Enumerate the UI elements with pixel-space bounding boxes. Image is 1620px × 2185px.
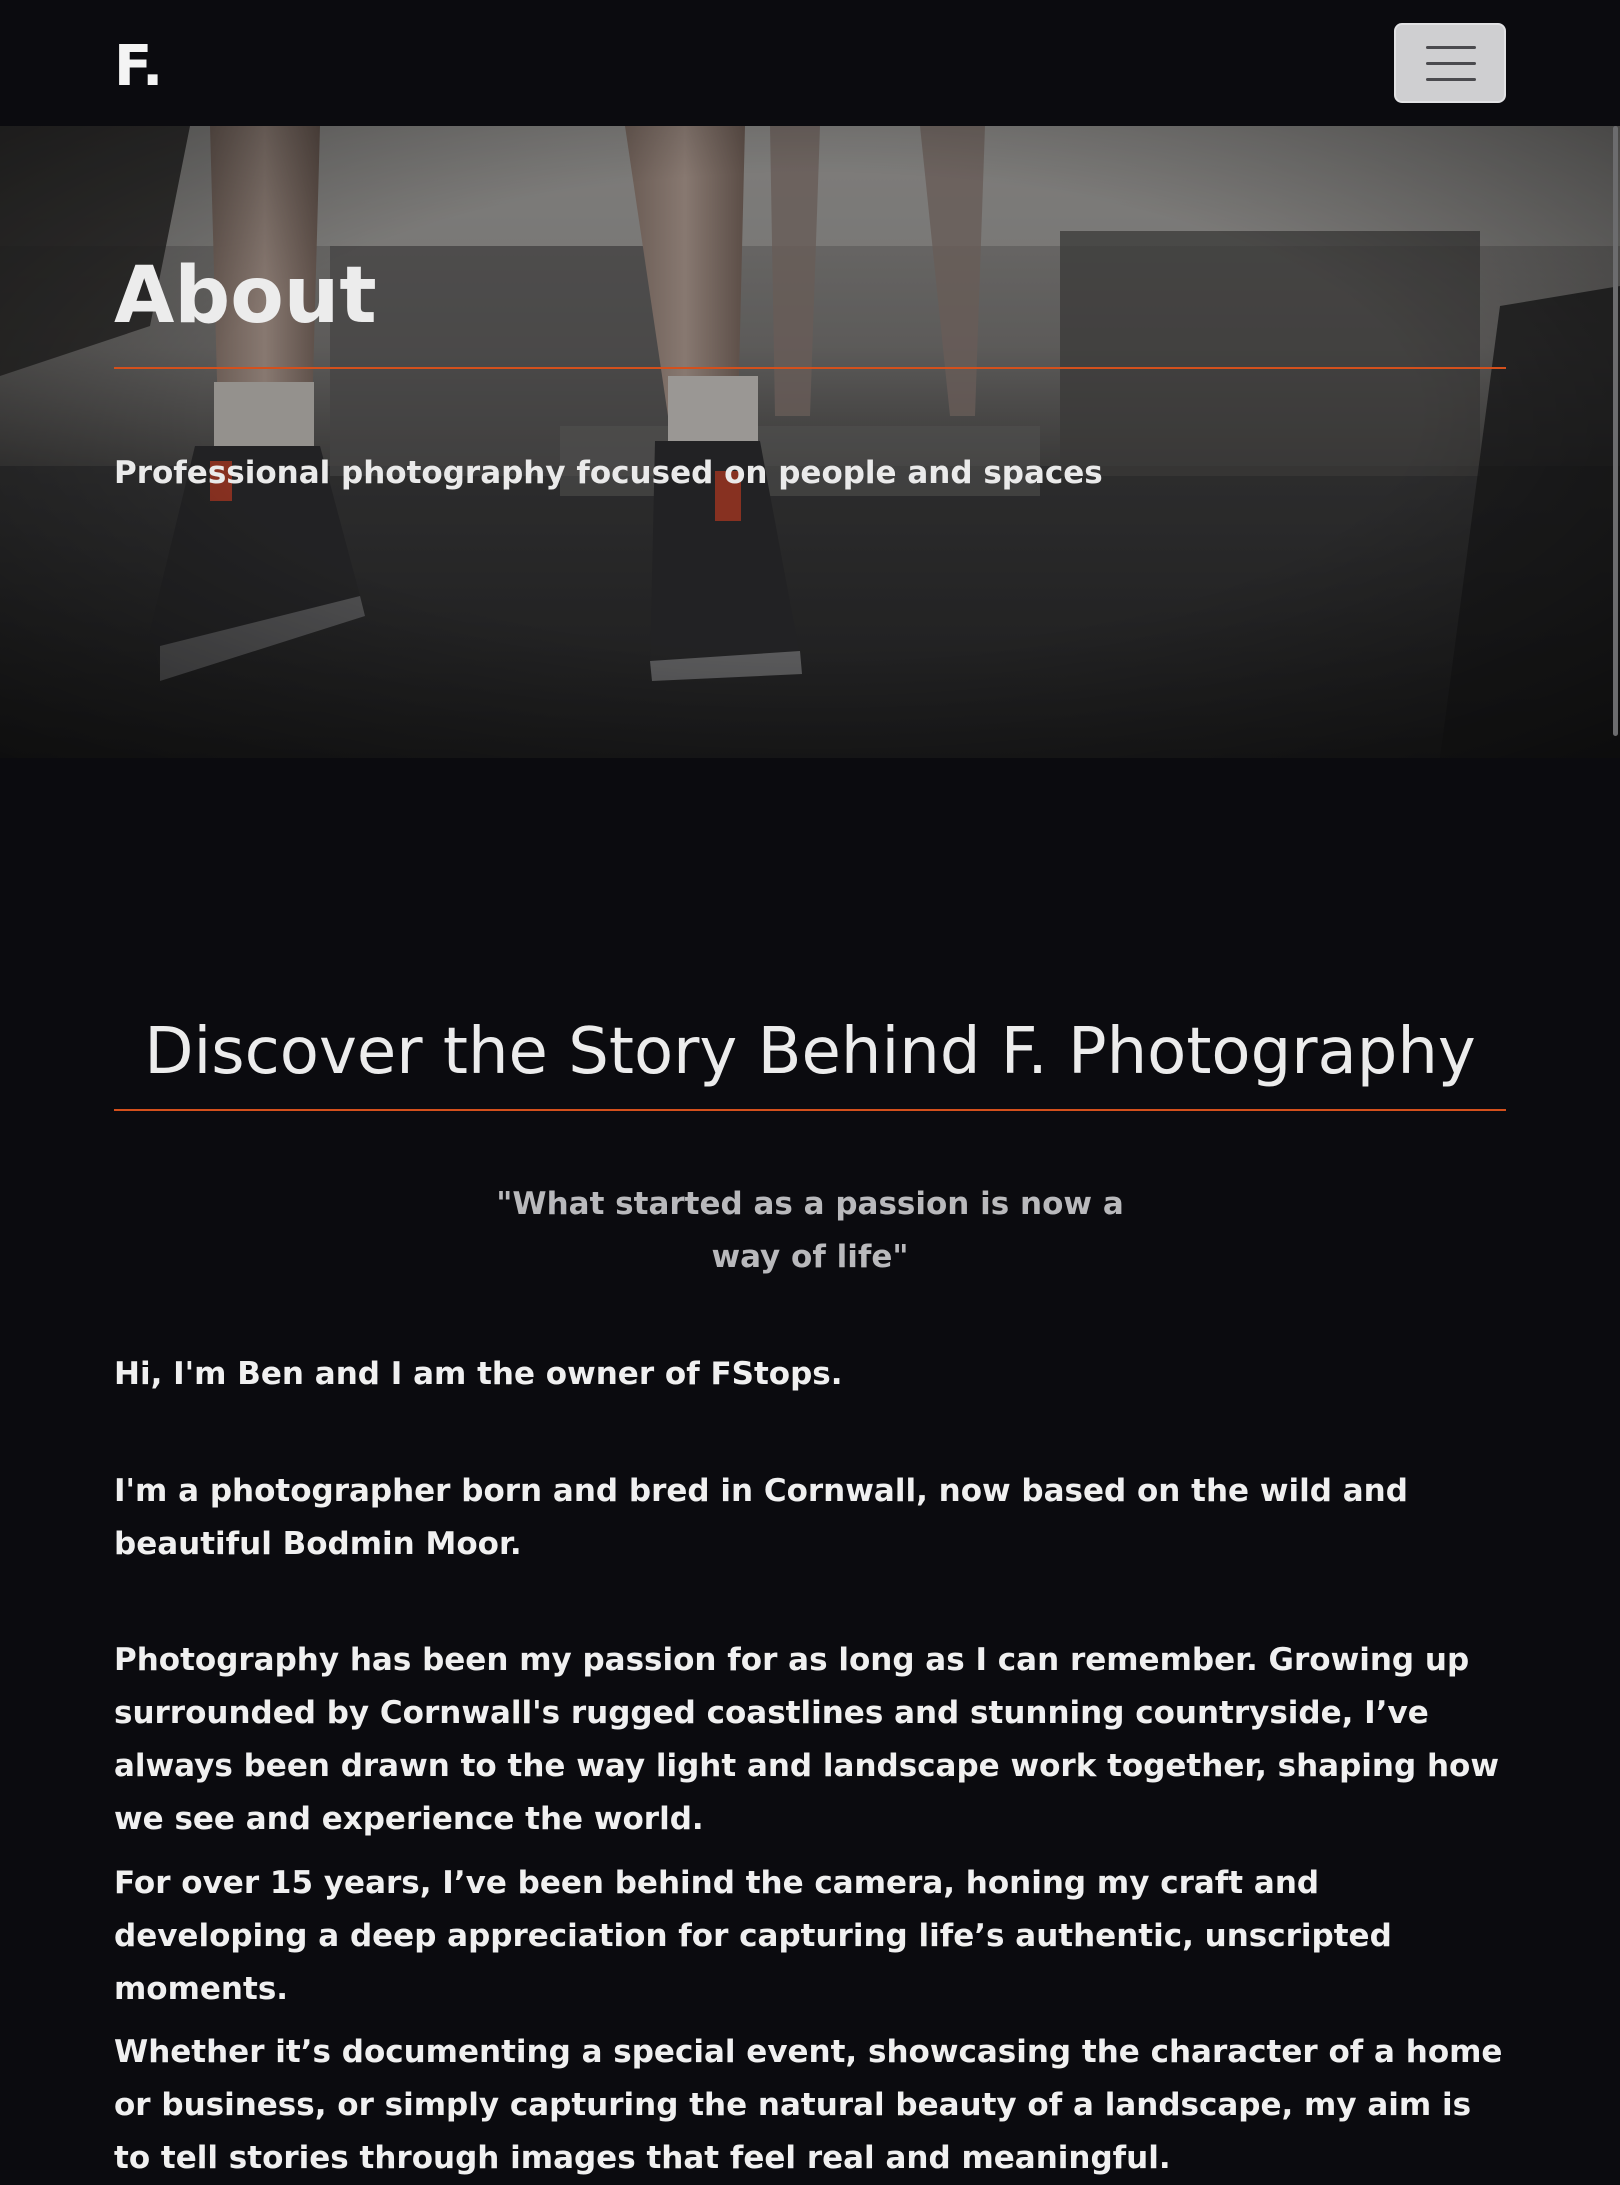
story-paragraph: Photography has been my passion for as l… <box>114 1642 1499 1837</box>
hamburger-bar <box>1426 78 1476 81</box>
navbar: F. <box>0 0 1620 126</box>
menu-toggle-button[interactable] <box>1394 23 1506 103</box>
hamburger-menu-icon <box>1426 44 1476 84</box>
brand-logo[interactable]: F. <box>114 34 163 100</box>
story-paragraph: For over 15 years, I’ve been behind the … <box>114 1865 1392 2007</box>
hamburger-bar <box>1426 46 1476 49</box>
hero-subtitle: Professional photography focused on peop… <box>114 455 1103 491</box>
scrollbar[interactable] <box>1613 126 1618 736</box>
page-title: About <box>114 251 377 341</box>
title-divider <box>114 367 1506 369</box>
story-paragraph: Whether it’s documenting a special event… <box>114 2034 1503 2176</box>
pull-quote: "What started as a passion is now a way … <box>496 1186 1124 1275</box>
hero-banner: About Professional photography focused o… <box>0 126 1620 758</box>
hero-overlay <box>0 126 1620 758</box>
section-heading: Discover the Story Behind F. Photography <box>144 1015 1476 1089</box>
story-paragraph: Hi, I'm Ben and I am the owner of FStops… <box>114 1356 843 1392</box>
section-divider <box>114 1109 1506 1111</box>
hamburger-bar <box>1426 62 1476 65</box>
story-paragraph: I'm a photographer born and bred in Corn… <box>114 1473 1408 1562</box>
